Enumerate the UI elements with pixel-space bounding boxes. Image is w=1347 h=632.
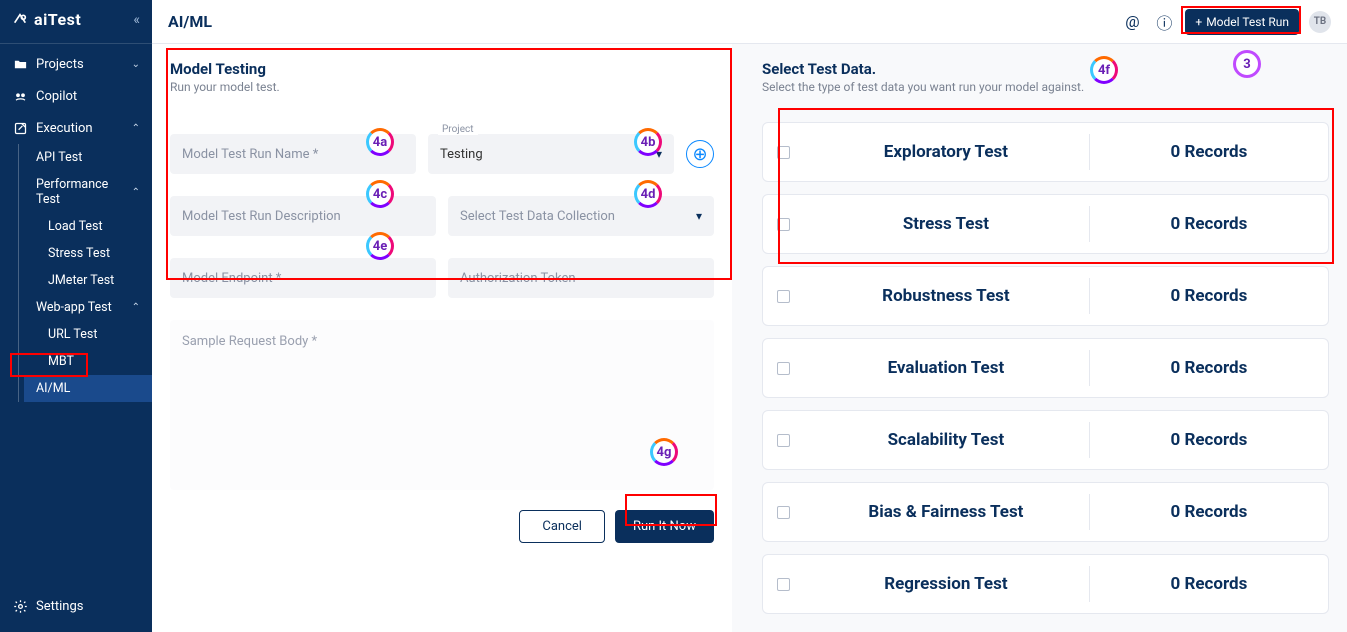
checkbox-wrap [763, 434, 803, 447]
test-card-records: 0 Records [1090, 430, 1328, 450]
checkbox[interactable] [777, 362, 790, 375]
execution-icon [12, 120, 28, 136]
at-icon[interactable]: @ [1121, 11, 1143, 33]
checkbox-wrap [763, 362, 803, 375]
topbar: AI/ML @ ⓘ + Model Test Run TB [152, 0, 1347, 44]
test-card[interactable]: Bias & Fairness Test 0 Records [762, 482, 1329, 542]
checkbox[interactable] [777, 578, 790, 591]
gear-icon [12, 598, 28, 614]
panel-left: Model Testing Run your model test. Proje… [152, 44, 732, 632]
body-field[interactable]: Sample Request Body * [170, 320, 714, 490]
model-testing-title: Model Testing [170, 60, 714, 78]
sidebar-item-url-test[interactable]: URL Test [36, 321, 152, 348]
logo-row: aiTest « [0, 0, 152, 39]
test-card-records: 0 Records [1090, 358, 1328, 378]
cancel-button[interactable]: Cancel [519, 510, 605, 543]
main: AI/ML @ ⓘ + Model Test Run TB Model Test… [152, 0, 1347, 632]
select-test-data-sub: Select the type of test data you want ru… [762, 80, 1329, 94]
logo-text: aiTest [34, 10, 81, 29]
run-it-now-button[interactable]: Run It Now [615, 510, 714, 543]
test-card-name: Stress Test [803, 214, 1089, 234]
model-testing-sub: Run your model test. [170, 80, 714, 94]
collection-field[interactable]: Select Test Data Collection ▾ [448, 196, 714, 236]
panel-right: Select Test Data. Select the type of tes… [732, 44, 1347, 632]
sidebar-item-settings[interactable]: Settings [0, 590, 152, 622]
test-card[interactable]: Evaluation Test 0 Records [762, 338, 1329, 398]
checkbox-wrap [763, 218, 803, 231]
collection-ph: Select Test Data Collection [460, 209, 615, 224]
name-input[interactable] [182, 147, 404, 162]
page-title: AI/ML [168, 12, 212, 31]
desc-field[interactable] [170, 196, 436, 236]
checkbox-wrap [763, 506, 803, 519]
checkbox-wrap [763, 146, 803, 159]
auth-field[interactable] [448, 258, 714, 298]
test-card-name: Regression Test [803, 574, 1089, 594]
avatar[interactable]: TB [1309, 11, 1331, 33]
sidebar-item-perf-test[interactable]: Performance Test⌃ [24, 171, 152, 213]
info-icon[interactable]: ⓘ [1153, 11, 1175, 33]
model-test-run-button[interactable]: + Model Test Run [1185, 9, 1299, 35]
checkbox-wrap [763, 290, 803, 303]
chevron-down-icon: ▾ [656, 147, 662, 161]
sidebar-item-execution[interactable]: Execution ⌃ [0, 112, 152, 144]
add-project-button[interactable]: ⊕ [686, 140, 714, 168]
logo-icon [12, 12, 28, 28]
sidebar-item-mbt[interactable]: MBT [36, 348, 152, 375]
sidebar-item-aiml[interactable]: AI/ML [24, 375, 152, 402]
endpoint-input[interactable] [182, 271, 424, 286]
sidebar-item-jmeter-test[interactable]: JMeter Test [36, 267, 152, 294]
endpoint-field[interactable] [170, 258, 436, 298]
test-card-name: Scalability Test [803, 430, 1089, 450]
sidebar-label: Execution [36, 121, 93, 136]
sidebar: aiTest « Projects ⌄ Copilot Execution ⌃ … [0, 0, 152, 632]
test-card-name: Robustness Test [803, 286, 1089, 306]
test-card[interactable]: Stress Test 0 Records [762, 194, 1329, 254]
test-card-name: Exploratory Test [803, 142, 1089, 162]
sidebar-label: Settings [36, 599, 83, 614]
sidebar-item-projects[interactable]: Projects ⌄ [0, 48, 152, 80]
project-value: Testing [440, 147, 483, 162]
test-card-name: Evaluation Test [803, 358, 1089, 378]
name-field[interactable] [170, 134, 416, 174]
sidebar-item-copilot[interactable]: Copilot [0, 80, 152, 112]
collapse-icon[interactable]: « [133, 12, 140, 28]
chevron-up-icon: ⌃ [132, 187, 140, 198]
test-card[interactable]: Robustness Test 0 Records [762, 266, 1329, 326]
sidebar-label: Projects [36, 57, 84, 72]
test-card-records: 0 Records [1090, 286, 1328, 306]
test-card-records: 0 Records [1090, 142, 1328, 162]
sidebar-item-api-test[interactable]: API Test [24, 144, 152, 171]
project-field[interactable]: Project Testing ▾ [428, 134, 674, 174]
test-card[interactable]: Scalability Test 0 Records [762, 410, 1329, 470]
desc-input[interactable] [182, 209, 424, 224]
checkbox[interactable] [777, 434, 790, 447]
chevron-up-icon: ⌃ [132, 302, 140, 313]
test-card[interactable]: Exploratory Test 0 Records [762, 122, 1329, 182]
checkbox-wrap [763, 578, 803, 591]
copilot-icon [12, 88, 28, 104]
test-card-records: 0 Records [1090, 574, 1328, 594]
checkbox[interactable] [777, 146, 790, 159]
chevron-up-icon: ⌃ [132, 123, 140, 134]
body-ph: Sample Request Body * [182, 334, 317, 349]
project-float-label: Project [438, 124, 478, 135]
sidebar-label: Copilot [36, 89, 77, 104]
sidebar-item-stress-test[interactable]: Stress Test [36, 240, 152, 267]
auth-input[interactable] [460, 271, 702, 286]
sidebar-item-webapp-test[interactable]: Web-app Test⌃ [24, 294, 152, 321]
chevron-down-icon: ⌄ [132, 59, 140, 70]
test-card-records: 0 Records [1090, 214, 1328, 234]
chevron-down-icon: ▾ [696, 209, 702, 223]
test-card[interactable]: Regression Test 0 Records [762, 554, 1329, 614]
checkbox[interactable] [777, 218, 790, 231]
folder-icon [12, 56, 28, 72]
select-test-data-title: Select Test Data. [762, 60, 1329, 78]
checkbox[interactable] [777, 506, 790, 519]
test-card-name: Bias & Fairness Test [803, 502, 1089, 522]
sidebar-item-load-test[interactable]: Load Test [36, 213, 152, 240]
plus-icon: + [1195, 15, 1202, 29]
test-card-records: 0 Records [1090, 502, 1328, 522]
checkbox[interactable] [777, 290, 790, 303]
